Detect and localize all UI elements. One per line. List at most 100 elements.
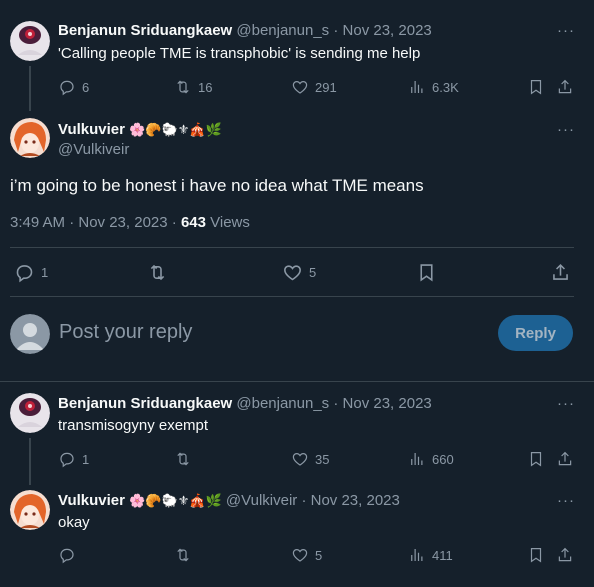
like-button[interactable]: 5 — [282, 262, 316, 283]
tweet-header: Benjanun Sriduangkaew @benjanun_s · Nov … — [58, 22, 432, 39]
tweet-header: Vulkuvier 🌸🥐🐑⚜🎪🌿 — [58, 121, 222, 138]
tweet-meta: 3:49 AM · Nov 23, 2023 · 643 Views — [10, 214, 250, 231]
like-button[interactable]: 35 — [291, 450, 329, 468]
author-handle[interactable]: @Vulkiveir — [226, 492, 297, 509]
share-button[interactable] — [550, 262, 571, 283]
retweet-button[interactable] — [174, 546, 192, 564]
avatar[interactable] — [10, 118, 50, 158]
avatar[interactable] — [10, 490, 50, 530]
reply-count: 6 — [82, 79, 90, 95]
tweet-header: Benjanun Sriduangkaew @benjanun_s · Nov … — [58, 395, 432, 412]
retweet-icon — [174, 450, 192, 468]
avatar-image — [10, 21, 50, 61]
share-button[interactable] — [556, 78, 574, 96]
share-icon — [556, 78, 574, 96]
name-emojis: 🌸🥐🐑⚜🎪🌿 — [129, 122, 222, 137]
reply-button[interactable]: 6 — [58, 78, 89, 96]
author-handle[interactable]: @Vulkiveir — [58, 141, 129, 158]
bookmark-button[interactable] — [527, 546, 545, 564]
separator-dot: · — [301, 492, 307, 509]
heart-icon — [291, 78, 309, 96]
author-name[interactable]: Vulkuvier — [58, 121, 125, 138]
retweet-button[interactable] — [147, 262, 168, 283]
reply-icon — [58, 450, 76, 468]
views-count: 6.3K — [432, 79, 459, 95]
tweet-date[interactable]: Nov 23, 2023 — [311, 492, 400, 509]
views-icon — [408, 450, 426, 468]
tweet-text: 'Calling people TME is transphobic' is s… — [58, 45, 421, 62]
views-button[interactable]: 6.3K — [408, 78, 459, 96]
share-icon — [556, 546, 574, 564]
author-name[interactable]: Benjanun Sriduangkaew — [58, 395, 232, 412]
like-count: 5 — [309, 265, 317, 280]
more-options-button[interactable]: ··· — [557, 121, 575, 138]
divider — [10, 296, 574, 297]
name-emojis: 🌸🥐🐑⚜🎪🌿 — [129, 493, 222, 508]
views-button[interactable]: 411 — [408, 546, 453, 564]
author-name[interactable]: Benjanun Sriduangkaew — [58, 22, 232, 39]
avatar-image — [10, 118, 50, 158]
share-icon — [550, 262, 571, 283]
share-button[interactable] — [556, 450, 574, 468]
reply-submit-button[interactable]: Reply — [498, 315, 573, 351]
views-count: 411 — [432, 547, 453, 563]
reply-button[interactable]: 1 — [58, 450, 89, 468]
thread-line — [29, 438, 31, 485]
reply-icon — [58, 78, 76, 96]
share-icon — [556, 450, 574, 468]
like-button[interactable]: 291 — [291, 78, 337, 96]
like-count: 5 — [315, 547, 323, 563]
author-handle[interactable]: @benjanun_s — [236, 22, 329, 39]
tweet-date[interactable]: Nov 23, 2023 — [343, 22, 432, 39]
views-count: 660 — [432, 451, 454, 467]
more-options-button[interactable]: ··· — [557, 492, 575, 509]
retweet-icon — [147, 262, 168, 283]
reply-button[interactable]: 1 — [14, 262, 48, 283]
author-name[interactable]: Vulkuvier — [58, 492, 125, 509]
more-options-button[interactable]: ··· — [557, 395, 575, 412]
like-count: 35 — [315, 451, 330, 467]
avatar[interactable] — [10, 393, 50, 433]
reply-count: 1 — [82, 451, 90, 467]
tweet-timestamp[interactable]: 3:49 AM · Nov 23, 2023 · — [10, 214, 177, 231]
bookmark-button[interactable] — [527, 78, 545, 96]
separator-dot: · — [333, 22, 339, 39]
bookmark-button[interactable] — [416, 262, 437, 283]
views-icon — [408, 546, 426, 564]
retweet-icon — [174, 546, 192, 564]
avatar-image — [10, 490, 50, 530]
default-avatar-icon — [10, 314, 50, 354]
bookmark-icon — [527, 450, 545, 468]
tweet-text: i’m going to be honest i have no idea wh… — [10, 176, 424, 195]
user-avatar — [10, 314, 50, 354]
retweet-button[interactable] — [174, 450, 192, 468]
views-label: Views — [210, 214, 250, 231]
tweet-date[interactable]: Nov 23, 2023 — [343, 395, 432, 412]
views-button[interactable]: 660 — [408, 450, 454, 468]
reply-icon — [14, 262, 35, 283]
tweet-header: Vulkuvier 🌸🥐🐑⚜🎪🌿 @Vulkiveir · Nov 23, 20… — [58, 492, 400, 509]
bookmark-button[interactable] — [527, 450, 545, 468]
views-icon — [408, 78, 426, 96]
avatar-image — [10, 393, 50, 433]
more-options-button[interactable]: ··· — [557, 22, 575, 39]
reply-input[interactable]: Post your reply — [59, 321, 192, 344]
tweet-text: transmisogyny exempt — [58, 417, 209, 434]
like-button[interactable]: 5 — [291, 546, 322, 564]
bookmark-icon — [527, 78, 545, 96]
heart-icon — [291, 546, 309, 564]
share-button[interactable] — [556, 546, 574, 564]
retweet-icon — [174, 78, 192, 96]
avatar[interactable] — [10, 21, 50, 61]
like-count: 291 — [315, 79, 337, 95]
retweet-button[interactable]: 16 — [174, 78, 212, 96]
author-handle[interactable]: @benjanun_s — [236, 395, 329, 412]
reply-icon — [58, 546, 76, 564]
thread-line — [29, 66, 31, 111]
separator-dot: · — [333, 395, 339, 412]
divider — [10, 247, 574, 248]
bookmark-icon — [416, 262, 437, 283]
reply-button[interactable] — [58, 546, 76, 564]
heart-icon — [282, 262, 303, 283]
heart-icon — [291, 450, 309, 468]
